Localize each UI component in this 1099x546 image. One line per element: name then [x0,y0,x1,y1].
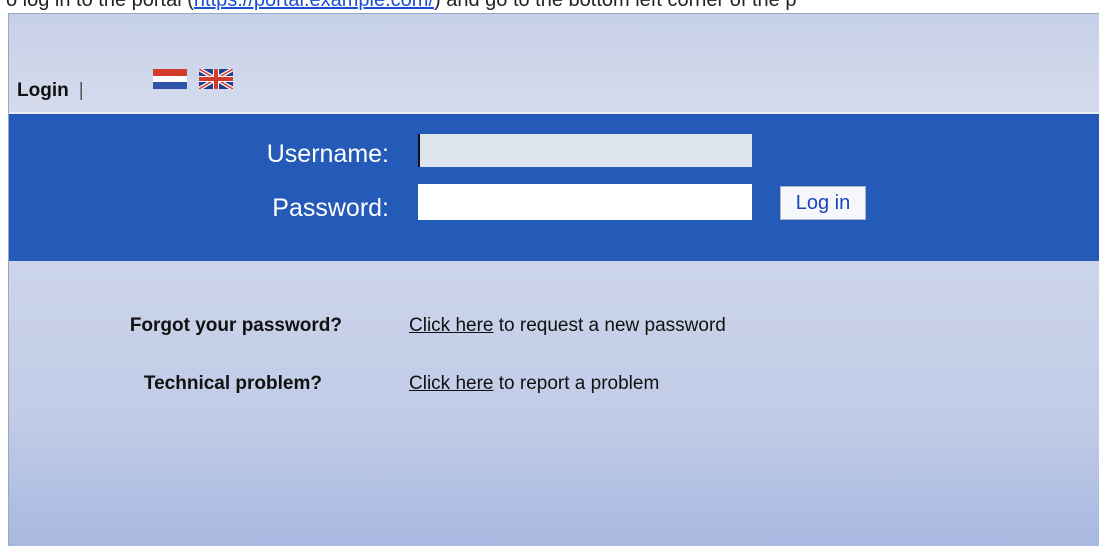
uk-flag-icon[interactable] [199,69,233,89]
technical-problem-question: Technical problem? [143,373,322,394]
technical-problem-help: Click here to report a problem [409,373,659,395]
password-input[interactable] [418,184,752,220]
forgot-password-link[interactable]: Click here [409,315,493,336]
login-button[interactable]: Log in [780,186,866,220]
username-label: Username: [266,140,389,168]
report-problem-link[interactable]: Click here [409,373,493,394]
password-label: Password: [272,194,389,222]
forgot-password-help: Click here to request a new password [409,315,726,337]
netherlands-flag-icon[interactable] [153,69,187,89]
username-input[interactable] [418,134,752,167]
forgot-password-question: Forgot your password? [129,315,342,336]
login-panel: Login | Username: Password: Log in Forgo… [8,13,1099,546]
portal-link[interactable]: https://portal.example.com/ [194,0,434,11]
login-title: Login [17,80,69,101]
partial-instruction-text: o log in to the portal (https://portal.e… [0,0,1099,14]
forgot-password-text: to request a new password [493,315,726,336]
login-header: Login | [9,71,84,111]
instruction-suffix: ) and go to the bottom left corner of th… [434,0,797,11]
header-separator: | [78,80,84,101]
login-form-bar: Username: Password: Log in [9,112,1099,261]
report-problem-text: to report a problem [493,373,660,394]
instruction-prefix: o log in to the portal ( [6,0,194,11]
